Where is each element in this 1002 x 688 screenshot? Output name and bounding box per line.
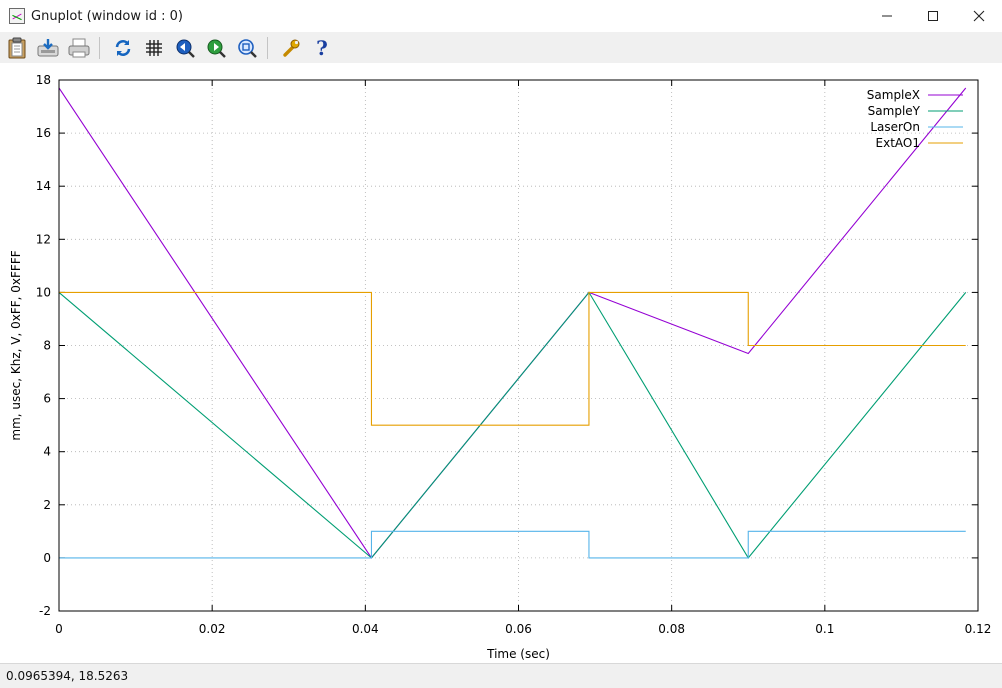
copy-clipboard-button[interactable] — [3, 35, 31, 61]
zoom-next-icon — [207, 39, 226, 58]
chart-svg: 0 0.02 0.04 0.06 0.08 0.1 0.12 -2 0 2 4 6 8 10 12 14 16 1… — [9, 73, 992, 661]
unzoom-icon — [238, 38, 257, 58]
save-button[interactable] — [34, 35, 62, 61]
y-tick-label: 18 — [36, 73, 51, 87]
x-tick-label: 0 — [55, 622, 63, 636]
unzoom-button[interactable] — [233, 35, 261, 61]
y-tick-label: 14 — [36, 179, 51, 193]
series-line-samplex — [58, 87, 967, 559]
options-wrench-icon — [283, 39, 300, 57]
help-button[interactable]: ? — [308, 35, 336, 61]
legend-label-sampley: SampleY — [868, 104, 921, 118]
status-bar: 0.0965394, 18.5263 — [0, 663, 1002, 688]
x-tick-label: 0.1 — [815, 622, 834, 636]
print-button[interactable] — [65, 35, 93, 61]
x-tick-label: 0.02 — [199, 622, 226, 636]
y-tick-label: 0 — [43, 551, 51, 565]
toolbar-separator — [267, 36, 268, 59]
zoom-next-button[interactable] — [202, 35, 230, 61]
replot-button[interactable] — [109, 35, 137, 61]
close-button[interactable] — [956, 0, 1002, 32]
y-axis-label: mm, usec, Khz, V, 0xFF, 0xFFFF — [9, 250, 23, 440]
cursor-coordinates: 0.0965394, 18.5263 — [6, 669, 129, 683]
zoom-previous-icon — [176, 39, 195, 58]
toolbar-separator — [99, 36, 100, 59]
legend-label-laseron: LaserOn — [870, 120, 920, 134]
close-icon — [973, 10, 985, 22]
y-tick-label: 6 — [43, 392, 51, 406]
series-line-laseron — [59, 530, 966, 559]
legend-label-extao1: ExtAO1 — [876, 136, 920, 150]
window-controls — [864, 0, 1002, 32]
save-icon — [37, 38, 59, 56]
grid-icon — [146, 39, 162, 56]
zoom-previous-button[interactable] — [171, 35, 199, 61]
y-tick-label: 4 — [43, 445, 51, 459]
replot-icon — [115, 39, 131, 56]
print-icon — [68, 38, 90, 57]
y-tick-label: 2 — [43, 498, 51, 512]
x-tick-label: 0.12 — [965, 622, 992, 636]
toolbar: ? — [0, 32, 1002, 63]
maximize-button[interactable] — [910, 0, 956, 32]
help-icon: ? — [316, 35, 328, 60]
minimize-icon — [882, 15, 892, 17]
copy-clipboard-icon — [8, 37, 26, 58]
window-title: Gnuplot (window id : 0) — [31, 8, 183, 24]
maximize-icon — [928, 11, 938, 21]
minimize-button[interactable] — [864, 0, 910, 32]
plot-area[interactable]: 0 0.02 0.04 0.06 0.08 0.1 0.12 -2 0 2 4 6 8 10 12 14 16 1… — [0, 63, 1002, 663]
y-tick-label: 12 — [36, 232, 51, 246]
y-tick-label: 10 — [36, 285, 51, 299]
x-axis-label: Time (sec) — [486, 647, 550, 661]
y-tick-label: 8 — [43, 339, 51, 353]
y-tick-label: 16 — [36, 126, 51, 140]
x-tick-label: 0.08 — [658, 622, 685, 636]
y-tick-label: -2 — [39, 604, 51, 618]
x-tick-label: 0.06 — [505, 622, 532, 636]
x-tick-label: 0.04 — [352, 622, 379, 636]
options-button[interactable] — [277, 35, 305, 61]
series-line-extao1 — [59, 291, 966, 426]
grid-button[interactable] — [140, 35, 168, 61]
title-bar: Gnuplot (window id : 0) — [0, 0, 1002, 32]
legend-label-samplex: SampleX — [867, 88, 920, 102]
gnuplot-app-icon — [9, 8, 25, 24]
